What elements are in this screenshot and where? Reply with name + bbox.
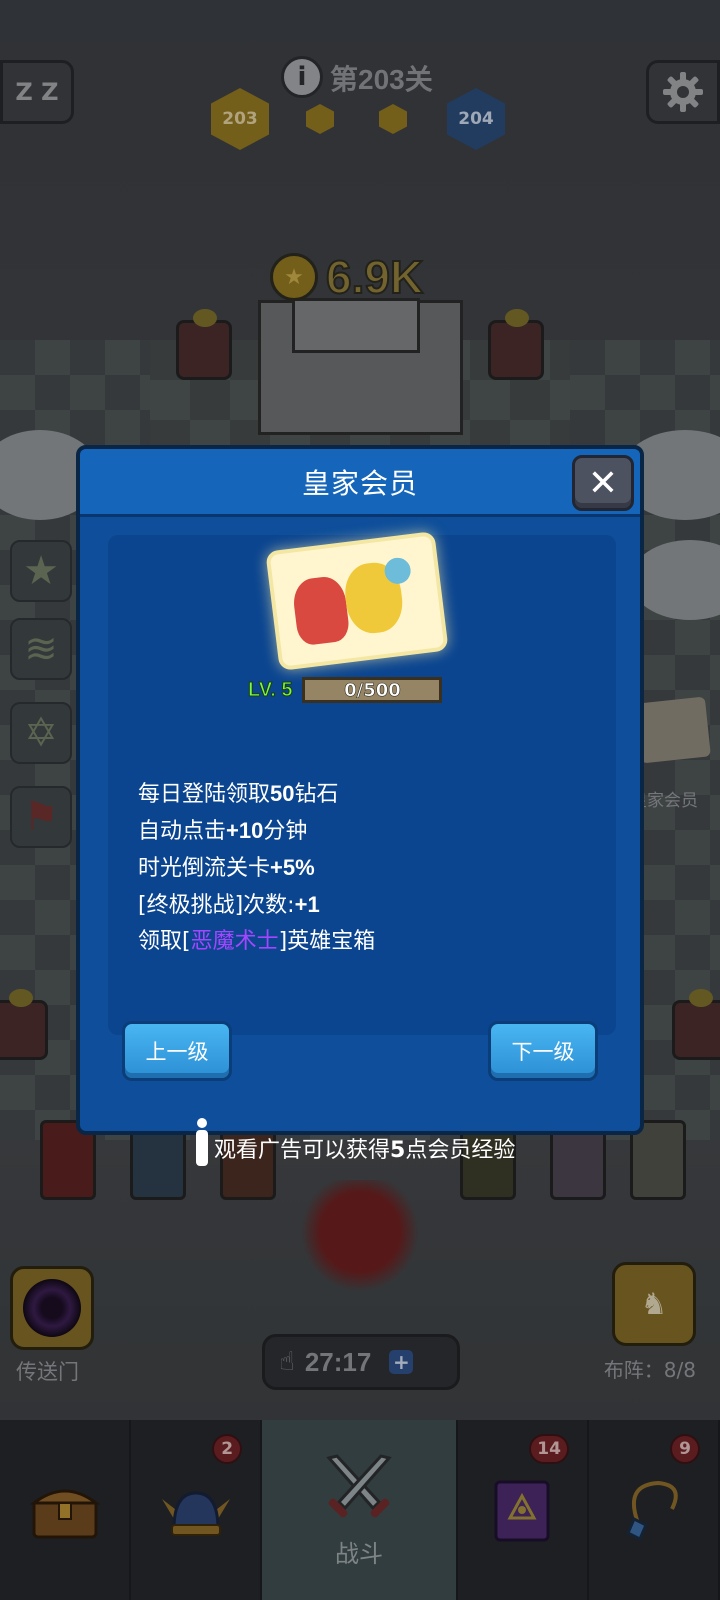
prev-level-button[interactable]: 上一级 bbox=[122, 1021, 232, 1081]
benefit-item: 时光倒流关卡+5% bbox=[138, 855, 315, 881]
benefit-list: 每日登陆领取50钻石 自动点击+10分钟 时光倒流关卡+5% [终极挑战]次数:… bbox=[138, 775, 375, 960]
benefit-item: 自动点击+10分钟 bbox=[138, 818, 308, 844]
next-level-button[interactable]: 下一级 bbox=[488, 1021, 598, 1081]
dialog-content: LV. 5 0/500 每日登陆领取50钻石 自动点击+10分钟 时光倒流关卡+… bbox=[108, 531, 616, 1035]
dialog-title: 皇家会员 bbox=[301, 466, 418, 500]
royal-membership-dialog: 皇家会员 ✕ LV. 5 0/500 每日登陆领取50钻石 自动点击+10分钟 … bbox=[76, 445, 644, 1135]
card-figure-witch bbox=[291, 574, 351, 647]
exp-bar-text: 0/500 bbox=[344, 679, 401, 701]
info-icon bbox=[196, 1118, 208, 1166]
dialog-header: 皇家会员 bbox=[80, 449, 640, 517]
ad-hint-text: 观看广告可以获得5点会员经验 bbox=[214, 1138, 516, 1163]
membership-exp-bar: 0/500 bbox=[302, 677, 443, 703]
hero-name: 恶魔术士 bbox=[190, 929, 279, 954]
benefit-item: 每日登陆领取50钻石 bbox=[138, 781, 339, 807]
level-row: LV. 5 0/500 bbox=[247, 677, 443, 703]
membership-level: LV. 5 bbox=[247, 678, 293, 701]
benefit-item: 领取[恶魔术士]英雄宝箱 bbox=[138, 929, 376, 954]
ad-hint: 观看广告可以获得5点会员经验 bbox=[196, 1118, 516, 1166]
membership-card-image bbox=[265, 531, 449, 671]
close-button[interactable]: ✕ bbox=[572, 455, 634, 511]
benefit-item: [终极挑战]次数:+1 bbox=[138, 892, 320, 918]
close-icon: ✕ bbox=[587, 462, 619, 504]
